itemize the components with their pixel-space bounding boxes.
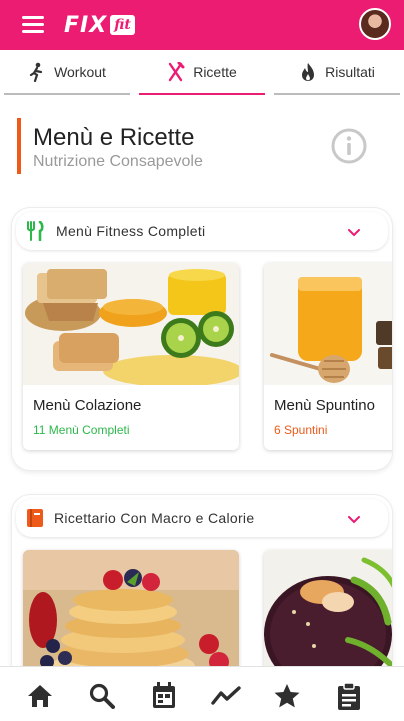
menu-card-spuntino[interactable]: Menù Spuntino 6 Spuntini <box>264 263 392 450</box>
tab-workout-label: Workout <box>54 64 106 80</box>
menu-card-count: 6 Spuntini <box>274 423 328 437</box>
rice-shrimp-photo <box>264 550 392 685</box>
section-header-menu-fitness[interactable]: Menù Fitness Completi <box>16 212 388 250</box>
runner-icon <box>28 62 46 82</box>
tab-workout-underline <box>4 93 130 95</box>
tab-ricette-label: Ricette <box>193 64 237 80</box>
tab-ricette-underline <box>139 93 265 95</box>
chevron-down-icon[interactable] <box>348 224 360 242</box>
section-title: Ricettario Con Macro e Calorie <box>54 510 255 526</box>
recipe-card-rice[interactable] <box>264 550 392 685</box>
honey-photo <box>264 263 392 385</box>
home-icon[interactable] <box>25 682 55 710</box>
hamburger-icon[interactable] <box>22 16 44 34</box>
logo-text: FIX <box>64 12 108 38</box>
calendar-icon[interactable] <box>149 682 179 710</box>
trend-icon[interactable] <box>211 682 241 710</box>
flame-icon <box>299 62 317 82</box>
breakfast-photo <box>23 263 239 387</box>
tab-workout[interactable]: Workout <box>4 50 130 94</box>
section-title: Menù Fitness Completi <box>56 223 206 239</box>
star-icon[interactable] <box>272 682 302 710</box>
menu-card-title: Menù Spuntino <box>274 397 375 414</box>
bottom-nav <box>0 666 404 721</box>
cutlery-icon <box>26 221 46 241</box>
clipboard-icon[interactable] <box>334 682 364 710</box>
info-icon[interactable] <box>331 128 367 164</box>
section-menu-fitness: Menù Fitness Completi Menù Colazione 11 … <box>12 208 392 470</box>
tab-risultati-underline <box>274 93 400 95</box>
tab-risultati[interactable]: Risultati <box>274 50 400 94</box>
menu-card-title: Menù Colazione <box>33 397 142 414</box>
logo-badge: fit <box>110 15 135 35</box>
app-logo: FIX fit <box>64 12 135 38</box>
section-header-ricettario[interactable]: Ricettario Con Macro e Calorie <box>16 499 388 537</box>
search-icon[interactable] <box>87 682 117 710</box>
user-avatar[interactable] <box>359 8 391 40</box>
section-ricettario: Ricettario Con Macro e Calorie <box>12 495 392 685</box>
tab-ricette[interactable]: Ricette <box>139 50 265 94</box>
fork-knife-icon <box>167 62 185 82</box>
menu-card-colazione[interactable]: Menù Colazione 11 Menù Completi <box>23 263 239 450</box>
menu-card-count: 11 Menù Completi <box>33 423 130 437</box>
app-header: FIX fit <box>0 0 404 50</box>
book-icon <box>26 508 44 528</box>
recipe-card-pancakes[interactable] <box>23 550 239 685</box>
chevron-down-icon[interactable] <box>348 511 360 529</box>
tab-risultati-label: Risultati <box>325 64 375 80</box>
pancakes-photo <box>23 550 239 685</box>
tab-bar: Workout Ricette Risultati <box>0 50 404 96</box>
page-subtitle: Nutrizione Consapevole <box>33 153 203 170</box>
page-title: Menù e Ricette <box>33 124 195 151</box>
title-accent-bar <box>17 118 21 174</box>
